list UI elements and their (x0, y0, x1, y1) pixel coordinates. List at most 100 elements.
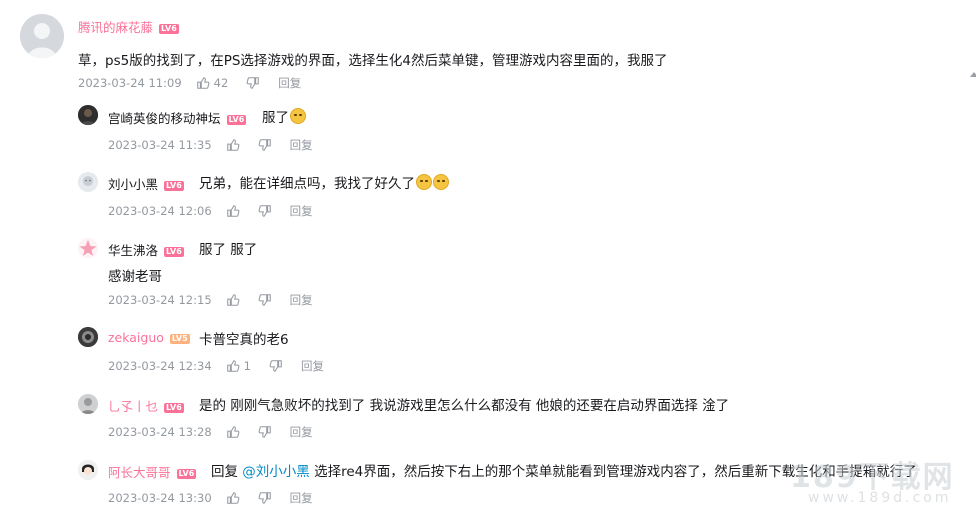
reply-button[interactable]: 回复 (290, 424, 313, 440)
reply-button[interactable]: 回复 (290, 203, 313, 219)
level-badge: LV6 (164, 180, 184, 191)
reply-time: 2023-03-24 11:35 (108, 138, 212, 152)
comment-text: 草，ps5版的找到了，在PS选择游戏的界面，选择生化4然后菜单键，管理游戏内容里… (78, 53, 668, 69)
dislike-button[interactable] (246, 76, 260, 90)
comment-time: 2023-03-24 11:09 (78, 76, 182, 90)
thumb-down-icon (269, 360, 282, 372)
level-badge: LV5 (169, 333, 190, 344)
reply-meta: 2023-03-24 12:34 1 回复 (108, 358, 342, 374)
reply-text: 兄弟，能在详细点吗，我找了好久了 (199, 172, 449, 192)
site-watermark-url: www.189d.com (808, 490, 952, 506)
reply-username[interactable]: 宫崎英俊的移动神坛 LV6 (108, 108, 247, 127)
thumb-down-icon (258, 205, 271, 217)
avatar[interactable] (78, 460, 98, 480)
username-text[interactable]: 刘小小黑 (108, 177, 158, 192)
reply-username[interactable]: 刘小小黑 LV6 (108, 174, 184, 193)
dislike-button[interactable] (258, 293, 272, 307)
comment-username[interactable]: 腾讯的麻花藤 LV6 (78, 17, 179, 36)
like-button[interactable] (226, 293, 240, 307)
like-button[interactable]: 1 (226, 359, 251, 373)
reply-text-content: 服了 (262, 110, 289, 126)
like-button[interactable] (226, 204, 240, 218)
reply-username[interactable]: 华生沸洛 LV6 (108, 240, 184, 259)
like-button[interactable] (226, 425, 240, 439)
reply-username[interactable]: zekaiguo LV5 (108, 330, 190, 345)
avatar[interactable] (78, 394, 98, 414)
like-button[interactable] (226, 491, 240, 505)
avatar[interactable] (78, 238, 98, 258)
reply-button[interactable]: 回复 (278, 75, 301, 91)
reply-prefix: 回复 (211, 464, 238, 480)
reply-username[interactable]: 乚孓丨乜 LV6 (108, 396, 184, 415)
laugh-cry-emoji-icon (290, 108, 306, 124)
thumb-down-icon (258, 426, 271, 438)
like-button[interactable] (226, 138, 240, 152)
laugh-cry-emoji-icon (416, 174, 432, 190)
reply-time: 2023-03-24 13:28 (108, 425, 212, 439)
level-badge: LV6 (164, 402, 184, 413)
thumb-down-icon (258, 492, 271, 504)
avatar[interactable] (78, 327, 98, 347)
reply-meta: 2023-03-24 13:28 回复 (108, 424, 331, 440)
thumb-up-icon (226, 294, 240, 306)
dislike-button[interactable] (258, 491, 272, 505)
dislike-button[interactable] (269, 359, 283, 373)
reply-text: 是的 刚刚气急败坏的找到了 我说游戏里怎么什么都没有 他娘的还要在启动界面选择 … (199, 398, 730, 414)
reply-username[interactable]: 阿长大哥哥 LV6 (108, 462, 197, 481)
username-text[interactable]: 阿长大哥哥 (108, 465, 171, 480)
thumb-down-icon (258, 139, 271, 151)
patrick-star-avatar-icon (78, 238, 98, 258)
thumb-up-icon (226, 205, 240, 217)
thumb-up-icon (226, 426, 240, 438)
reply-text: 卡普空真的老6 (199, 332, 289, 348)
thumb-up-icon (226, 139, 240, 151)
reply-meta: 2023-03-24 12:06 回复 (108, 203, 331, 219)
level-badge: LV6 (164, 246, 184, 257)
username-text[interactable]: 乚孓丨乜 (108, 399, 158, 414)
reply-time: 2023-03-24 13:30 (108, 491, 212, 505)
like-count: 42 (213, 76, 229, 90)
user-avatar-icon (78, 172, 98, 192)
username-text[interactable]: zekaiguo (108, 330, 164, 345)
dislike-button[interactable] (258, 204, 272, 218)
reply-meta: 2023-03-24 12:15 回复 (108, 292, 331, 308)
username-text[interactable]: 华生沸洛 (108, 243, 158, 258)
username-text[interactable]: 腾讯的麻花藤 (78, 20, 153, 35)
reply-button[interactable]: 回复 (290, 292, 313, 308)
thumb-down-icon (246, 77, 260, 89)
reply-time: 2023-03-24 12:15 (108, 293, 212, 307)
thumb-up-icon (226, 492, 240, 504)
reply-button[interactable]: 回复 (290, 137, 313, 153)
level-badge: LV6 (159, 23, 179, 34)
reply-button[interactable]: 回复 (301, 358, 324, 374)
laugh-cry-emoji-icon (433, 174, 449, 190)
user-avatar-icon (78, 460, 98, 480)
level-badge: LV6 (176, 468, 197, 479)
user-avatar-icon (78, 327, 98, 347)
mention-link[interactable]: @刘小小黑 (242, 464, 310, 480)
thumb-up-icon (226, 360, 240, 372)
reply-text: 服了 (262, 106, 306, 126)
thumb-down-icon (258, 294, 271, 306)
username-text[interactable]: 宫崎英俊的移动神坛 (108, 111, 221, 126)
like-button[interactable]: 42 (196, 76, 229, 90)
comment-thread: 腾讯的麻花藤 LV6 草，ps5版的找到了，在PS选择游戏的界面，选择生化4然后菜… (0, 0, 976, 522)
user-avatar-icon (78, 394, 98, 414)
reply-text-content: 兄弟，能在详细点吗，我找了好久了 (199, 176, 415, 192)
reply-time: 2023-03-24 12:06 (108, 204, 212, 218)
reply-meta: 2023-03-24 13:30 回复 (108, 490, 331, 506)
dislike-button[interactable] (258, 425, 272, 439)
default-avatar-icon (20, 14, 64, 58)
reply-button[interactable]: 回复 (290, 490, 313, 506)
avatar[interactable] (78, 105, 98, 125)
level-badge: LV6 (226, 114, 247, 125)
avatar[interactable] (20, 14, 64, 58)
comment-meta: 2023-03-24 11:09 42 回复 (78, 75, 319, 91)
avatar[interactable] (78, 172, 98, 192)
thumb-up-icon (196, 77, 210, 89)
reply-time: 2023-03-24 12:34 (108, 359, 212, 373)
dislike-button[interactable] (258, 138, 272, 152)
scroll-up-arrow-icon[interactable] (970, 72, 976, 82)
reply-text: 服了 服了 (199, 242, 258, 258)
like-count: 1 (243, 359, 251, 373)
